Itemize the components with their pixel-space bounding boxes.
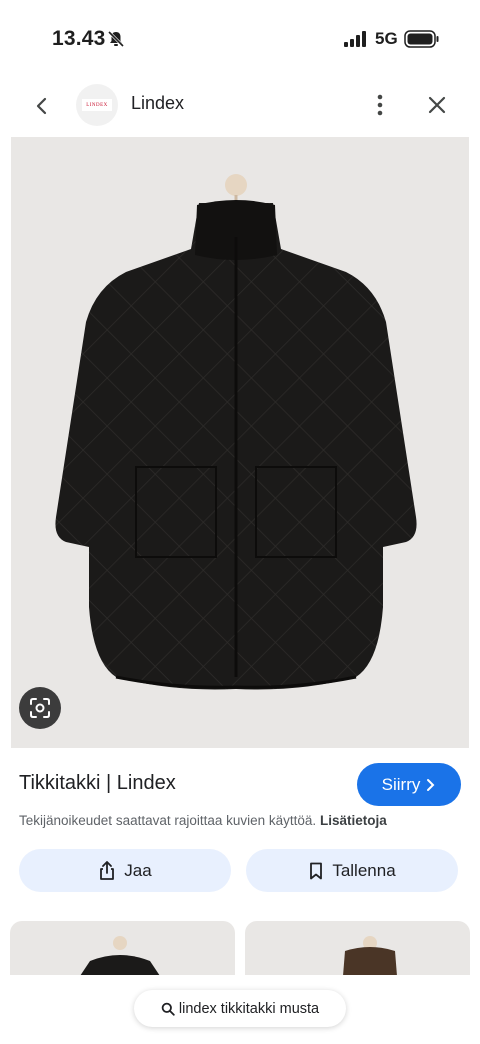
more-vert-icon[interactable]	[366, 91, 394, 119]
learn-more-link[interactable]: Lisätietoja	[320, 813, 387, 828]
bookmark-icon	[310, 862, 323, 879]
share-button[interactable]: Jaa	[19, 849, 231, 892]
visit-button[interactable]: Siirry	[357, 763, 461, 806]
share-label: Jaa	[124, 860, 152, 880]
share-icon	[100, 860, 115, 880]
network-type: 5G	[375, 29, 398, 48]
search-icon	[161, 1002, 175, 1016]
product-image	[55, 174, 417, 690]
site-logo[interactable]: LINDEX	[76, 84, 118, 126]
search-query: lindex tikkitakki musta	[178, 1000, 320, 1017]
result-title[interactable]: Tikkitakki | Lindex	[19, 772, 176, 795]
site-logo-text: LINDEX	[82, 99, 112, 111]
bell-muted-icon	[107, 30, 125, 48]
image-viewer-page: 13.43 5G LINDEX Lindex Tikkitakki | Lind…	[0, 0, 480, 1044]
signal-icon	[344, 31, 366, 47]
copyright-text: Tekijänoikeudet saattavat rajoittaa kuvi…	[19, 813, 317, 828]
status-time: 13.43	[52, 27, 106, 50]
product-image-area[interactable]	[0, 137, 480, 748]
battery-icon	[404, 30, 439, 48]
site-name[interactable]: Lindex	[131, 93, 184, 114]
header: LINDEX Lindex	[0, 78, 480, 134]
copyright-notice: Tekijänoikeudet saattavat rajoittaa kuvi…	[19, 813, 387, 828]
lens-icon	[30, 698, 50, 718]
save-button[interactable]: Tallenna	[246, 849, 458, 892]
back-button[interactable]	[28, 92, 56, 120]
status-bar: 13.43 5G	[0, 0, 480, 78]
save-label: Tallenna	[332, 860, 396, 880]
search-query-chip[interactable]: lindex tikkitakki musta	[134, 990, 346, 1027]
chevron-right-icon	[427, 778, 435, 791]
close-icon[interactable]	[423, 91, 451, 119]
visit-label: Siirry	[381, 774, 421, 794]
lens-button[interactable]	[19, 687, 61, 729]
